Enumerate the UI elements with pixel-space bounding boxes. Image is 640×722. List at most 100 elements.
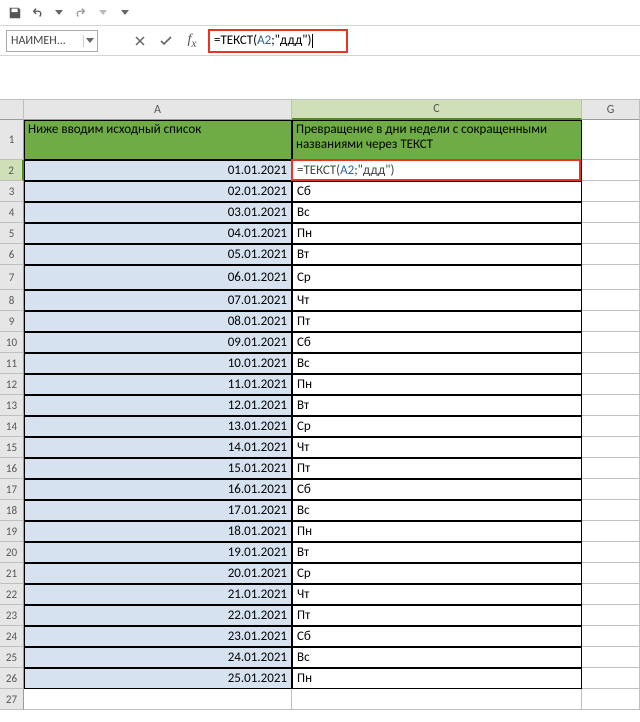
cell-G5[interactable] [582, 223, 640, 244]
cell-C26[interactable]: Пн [292, 668, 582, 689]
redo-dropdown[interactable] [92, 2, 114, 24]
cell-A9[interactable]: 08.01.2021 [24, 311, 292, 332]
cell-C6[interactable]: Вт [292, 244, 582, 265]
column-header-C[interactable]: C [292, 100, 582, 120]
cancel-formula-button[interactable] [128, 30, 152, 52]
cell-G10[interactable] [582, 332, 640, 353]
cell-A15[interactable]: 14.01.2021 [24, 437, 292, 458]
cell-A27[interactable] [24, 689, 292, 710]
spreadsheet-grid[interactable]: A C G 1 Ниже вводим исходный список Прев… [0, 100, 640, 710]
cell-G4[interactable] [582, 202, 640, 223]
cell-G7[interactable] [582, 265, 640, 290]
cell-A24[interactable]: 23.01.2021 [24, 626, 292, 647]
cell-C11[interactable]: Вс [292, 353, 582, 374]
cell-C21[interactable]: Ср [292, 563, 582, 584]
row-header[interactable]: 19 [0, 521, 24, 542]
undo-button[interactable] [26, 2, 48, 24]
undo-dropdown[interactable] [48, 2, 70, 24]
name-box-dropdown[interactable] [83, 35, 95, 47]
row-header[interactable]: 1 [0, 120, 24, 160]
cell-G14[interactable] [582, 416, 640, 437]
cell-C4[interactable]: Вс [292, 202, 582, 223]
cell-A10[interactable]: 09.01.2021 [24, 332, 292, 353]
cell-G19[interactable] [582, 521, 640, 542]
cell-G26[interactable] [582, 668, 640, 689]
cell-A8[interactable]: 07.01.2021 [24, 290, 292, 311]
cell-C8[interactable]: Чт [292, 290, 582, 311]
cell-A3[interactable]: 02.01.2021 [24, 181, 292, 202]
row-header[interactable]: 16 [0, 458, 24, 479]
cell-A2[interactable]: 01.01.2021 [24, 160, 292, 181]
cell-G8[interactable] [582, 290, 640, 311]
cell-A21[interactable]: 20.01.2021 [24, 563, 292, 584]
cell-G23[interactable] [582, 605, 640, 626]
cell-G17[interactable] [582, 479, 640, 500]
row-header[interactable]: 27 [0, 689, 24, 710]
cell-C1[interactable]: Превращение в дни недели с сокращенными … [292, 120, 582, 160]
cell-C23[interactable]: Пт [292, 605, 582, 626]
cell-A22[interactable]: 21.01.2021 [24, 584, 292, 605]
cell-A25[interactable]: 24.01.2021 [24, 647, 292, 668]
cell-G15[interactable] [582, 437, 640, 458]
select-all-corner[interactable] [0, 100, 24, 120]
row-header[interactable]: 5 [0, 223, 24, 244]
cell-A16[interactable]: 15.01.2021 [24, 458, 292, 479]
cell-A12[interactable]: 11.01.2021 [24, 374, 292, 395]
row-header[interactable]: 21 [0, 563, 24, 584]
insert-function-button[interactable]: fx [180, 30, 204, 52]
cell-A4[interactable]: 03.01.2021 [24, 202, 292, 223]
cell-G24[interactable] [582, 626, 640, 647]
cell-A7[interactable]: 06.01.2021 [24, 265, 292, 290]
cell-A5[interactable]: 04.01.2021 [24, 223, 292, 244]
cell-G22[interactable] [582, 584, 640, 605]
row-header[interactable]: 23 [0, 605, 24, 626]
cell-C7[interactable]: Ср [292, 265, 582, 290]
row-header[interactable]: 14 [0, 416, 24, 437]
row-header[interactable]: 20 [0, 542, 24, 563]
cell-C27[interactable] [292, 689, 582, 710]
column-header-G[interactable]: G [582, 100, 640, 120]
row-header[interactable]: 9 [0, 311, 24, 332]
row-header[interactable]: 7 [0, 265, 24, 290]
cell-C20[interactable]: Вт [292, 542, 582, 563]
cell-G2[interactable] [582, 160, 640, 181]
row-header[interactable]: 22 [0, 584, 24, 605]
cell-G6[interactable] [582, 244, 640, 265]
redo-button[interactable] [70, 2, 92, 24]
cell-A1[interactable]: Ниже вводим исходный список [24, 120, 292, 160]
cell-C22[interactable]: Чт [292, 584, 582, 605]
row-header[interactable]: 13 [0, 395, 24, 416]
cell-G16[interactable] [582, 458, 640, 479]
row-header[interactable]: 12 [0, 374, 24, 395]
cell-C5[interactable]: Пн [292, 223, 582, 244]
cell-G11[interactable] [582, 353, 640, 374]
row-header[interactable]: 18 [0, 500, 24, 521]
formula-bar[interactable]: =ТЕКСТ(A2;"ддд") [208, 29, 348, 53]
row-header[interactable]: 26 [0, 668, 24, 689]
cell-G25[interactable] [582, 647, 640, 668]
cell-C16[interactable]: Пт [292, 458, 582, 479]
cell-G13[interactable] [582, 395, 640, 416]
cell-A11[interactable]: 10.01.2021 [24, 353, 292, 374]
cell-C13[interactable]: Вт [292, 395, 582, 416]
cell-G20[interactable] [582, 542, 640, 563]
save-button[interactable] [4, 2, 26, 24]
cell-A13[interactable]: 12.01.2021 [24, 395, 292, 416]
cell-C18[interactable]: Вс [292, 500, 582, 521]
cell-C15[interactable]: Чт [292, 437, 582, 458]
row-header[interactable]: 17 [0, 479, 24, 500]
cell-G21[interactable] [582, 563, 640, 584]
cell-G27[interactable] [582, 689, 640, 710]
row-header[interactable]: 8 [0, 290, 24, 311]
cell-C24[interactable]: Сб [292, 626, 582, 647]
cell-A18[interactable]: 17.01.2021 [24, 500, 292, 521]
cell-G1[interactable] [582, 120, 640, 160]
cell-G9[interactable] [582, 311, 640, 332]
cell-C19[interactable]: Пн [292, 521, 582, 542]
row-header[interactable]: 11 [0, 353, 24, 374]
row-header[interactable]: 15 [0, 437, 24, 458]
cell-C25[interactable]: Вс [292, 647, 582, 668]
cell-A26[interactable]: 25.01.2021 [24, 668, 292, 689]
qat-customize[interactable] [114, 2, 136, 24]
row-header[interactable]: 3 [0, 181, 24, 202]
